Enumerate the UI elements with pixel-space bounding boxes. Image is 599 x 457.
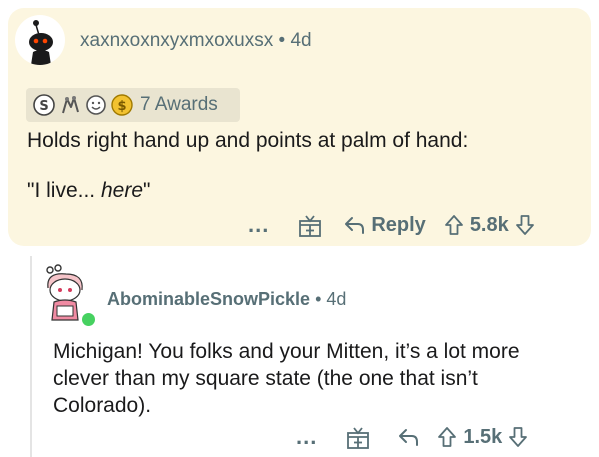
meta-separator: • — [315, 289, 322, 309]
downvote-arrow-icon — [509, 427, 528, 447]
reply-meta: AbominableSnowPickle • 4d — [107, 289, 346, 310]
vote-score: 5.8k — [469, 213, 509, 236]
more-options-button[interactable]: ... — [296, 424, 317, 450]
reply-body: Michigan! You folks and your Mitten, it’… — [53, 340, 520, 417]
svg-text:S: S — [39, 99, 48, 114]
username[interactable]: AbominableSnowPickle — [107, 289, 310, 309]
reply-label: Reply — [371, 213, 426, 236]
downvote-button[interactable] — [515, 214, 535, 236]
gold-award-icon: $ — [110, 93, 134, 117]
awards-bar[interactable]: S $ 7 Awards — [26, 88, 240, 122]
svg-text:$: $ — [117, 99, 126, 114]
reply-arrow-icon — [399, 429, 419, 446]
thread-line[interactable] — [30, 256, 32, 457]
reply-arrow-icon — [345, 217, 365, 234]
upvote-button[interactable] — [444, 214, 464, 236]
upvote-arrow-icon — [444, 215, 463, 235]
upvote-arrow-icon — [438, 427, 457, 447]
more-options-button[interactable]: ... — [248, 212, 269, 238]
comment-age: 4d — [290, 30, 312, 51]
reply-action-bar: ... 1.5k — [296, 424, 528, 450]
comment-text-line: Holds right hand up and points at palm o… — [27, 129, 469, 152]
silver-award-icon: S — [32, 93, 56, 117]
comment-quote: "I live... here" — [27, 179, 151, 202]
meta-separator: • — [278, 30, 286, 51]
downvote-arrow-icon — [515, 215, 534, 235]
gift-icon — [299, 215, 322, 237]
comment-age: 4d — [326, 289, 347, 309]
reply-button[interactable]: Reply — [343, 213, 426, 237]
username[interactable]: xaxnxoxnxyxmxoxuxsx — [80, 30, 273, 51]
emphasis-text: here — [100, 179, 144, 202]
vote-score: 1.5k — [463, 425, 503, 448]
hands-award-icon — [58, 93, 82, 117]
avatar[interactable] — [15, 15, 65, 65]
smile-award-icon — [84, 93, 108, 117]
upvote-button[interactable] — [437, 426, 457, 448]
give-award-button[interactable] — [345, 424, 371, 450]
awards-count: 7 Awards — [140, 94, 218, 115]
online-status-indicator — [80, 311, 97, 328]
reply-button[interactable] — [397, 427, 419, 447]
comment-action-bar: ... Reply 5.8k — [248, 212, 535, 238]
downvote-button[interactable] — [508, 426, 528, 448]
gift-icon — [347, 427, 370, 449]
comment-meta: xaxnxoxnxyxmxoxuxsx • 4d — [80, 30, 312, 52]
give-award-button[interactable] — [297, 212, 323, 238]
snoo-avatar-icon — [29, 20, 53, 65]
